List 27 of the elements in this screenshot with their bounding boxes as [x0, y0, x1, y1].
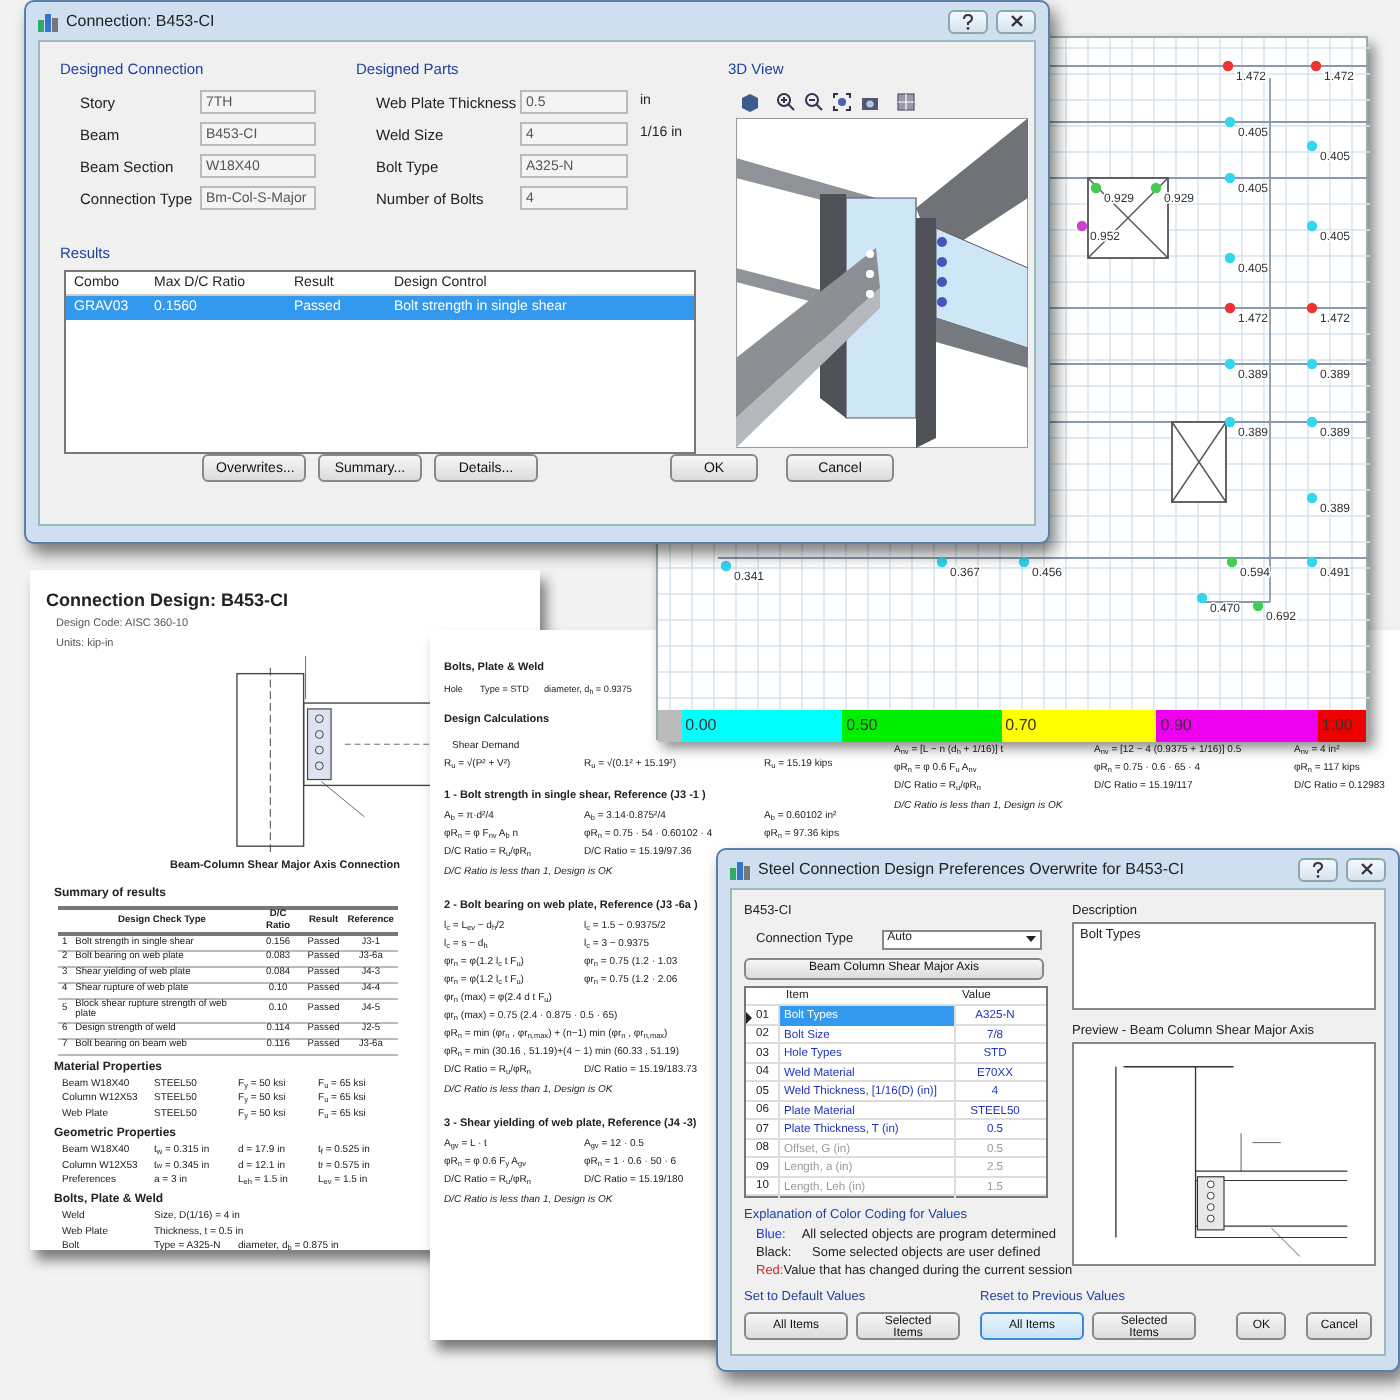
zoom-in-icon[interactable] [776, 92, 796, 113]
help-button[interactable] [948, 9, 988, 33]
legend-tick: 1.00 [1321, 714, 1353, 738]
legend-tick: 0.00 [685, 714, 717, 738]
close-icon [1009, 14, 1023, 28]
caret-icon [1025, 936, 1036, 943]
close-icon [1359, 862, 1373, 876]
current-row-marker [746, 1011, 752, 1024]
window-title: Steel Connection Design Preferences Overwrite for B453-CI [758, 857, 1184, 881]
report-title: Connection Design: B453-CI [46, 590, 291, 611]
cube-icon[interactable] [740, 92, 760, 113]
help-icon [1312, 861, 1324, 877]
help-icon [962, 13, 974, 29]
legend-tick: 0.50 [846, 714, 878, 738]
camera-icon[interactable] [860, 92, 880, 113]
app-icon [38, 11, 58, 31]
window-title: Connection: B453-CI [66, 9, 215, 33]
braced-frame-drawing [1171, 421, 1227, 503]
help-button[interactable] [1298, 857, 1338, 881]
close-button[interactable] [996, 9, 1036, 33]
grid-icon[interactable] [896, 92, 916, 113]
legend-tick: 0.70 [1005, 714, 1037, 738]
close-button[interactable] [1346, 857, 1386, 881]
legend-tick: 0.90 [1160, 714, 1192, 738]
zoom-out-icon[interactable] [804, 92, 824, 113]
zoom-extents-icon[interactable] [832, 92, 852, 113]
app-icon [730, 859, 750, 879]
